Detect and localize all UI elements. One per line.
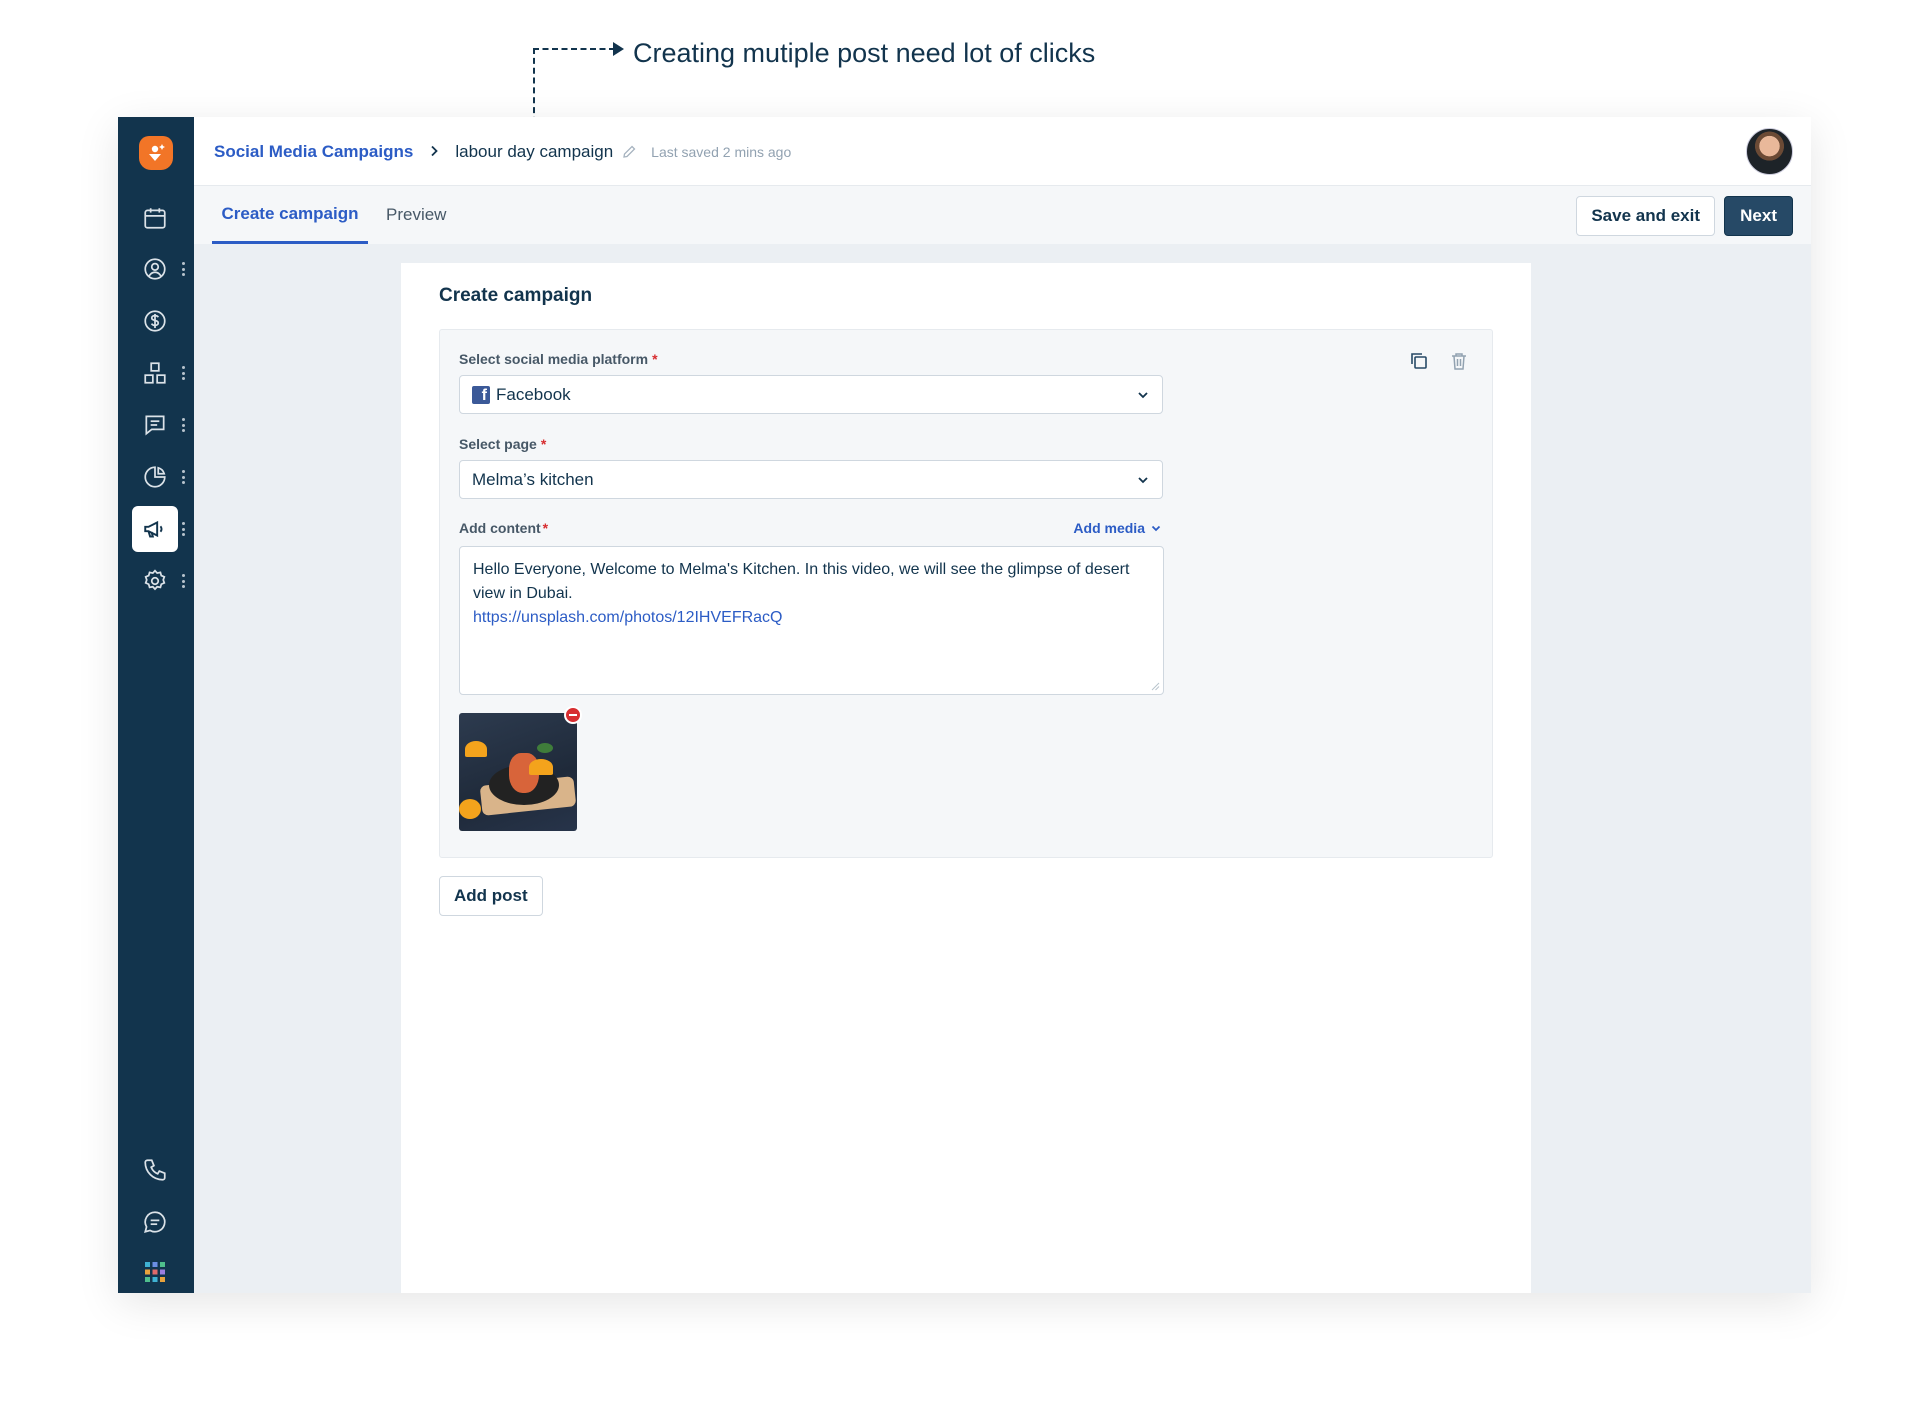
next-button[interactable]: Next [1724,196,1793,236]
chevron-down-icon [1138,392,1148,399]
chevron-down-icon [1151,525,1161,532]
content-textarea[interactable]: Hello Everyone, Welcome to Melma's Kitch… [459,546,1164,695]
user-avatar[interactable] [1746,128,1793,175]
tab-create-campaign[interactable]: Create campaign [212,186,368,244]
media-thumbnail[interactable] [459,713,577,831]
brand-logo[interactable] [139,136,173,170]
content-label: Add content * [459,520,548,536]
sidebar-item-settings[interactable] [132,558,178,604]
page-title: Create campaign [439,285,593,306]
content-label-text: Add content [459,520,541,536]
sidebar-item-phone[interactable] [132,1147,178,1193]
save-and-exit-button[interactable]: Save and exit [1576,196,1715,236]
delete-trash-icon[interactable] [1448,350,1470,372]
add-post-button[interactable]: Add post [439,876,543,916]
dollar-icon [144,310,166,332]
more-dots-icon[interactable] [181,262,185,276]
annotation-horizontal-line [533,48,615,50]
chat-icon [145,415,165,436]
tab-preview[interactable]: Preview [386,186,446,244]
add-media-dropdown[interactable]: Add media [1073,520,1162,536]
sidebar-item-calendar[interactable] [132,195,178,241]
more-dots-icon[interactable] [181,574,185,588]
sidebar-item-conversations[interactable] [132,402,178,448]
settings-icon [144,569,166,591]
platform-selected-value: Facebook [496,384,571,404]
thumbnail-orange [529,759,553,775]
sidebar-item-reports[interactable] [132,454,178,500]
required-mark: * [542,520,549,536]
sidebar-item-contacts[interactable] [132,246,178,292]
annotation-text: Creating mutiple post need lot of clicks [633,38,1096,68]
grid-icon [144,362,166,384]
last-saved-status: Last saved 2 mins ago [651,143,792,160]
sidebar [118,117,194,1293]
sidebar-item-messages[interactable] [132,1199,178,1245]
page-select[interactable]: Melma’s kitchen [459,460,1163,499]
thumbnail-orange [465,741,487,757]
phone-icon [144,1159,166,1181]
more-dots-icon[interactable] [181,366,185,380]
chevron-right-icon [429,141,439,162]
tab-bar: Create campaign Preview Save and exit Ne… [194,186,1811,244]
remove-media-icon[interactable] [564,706,582,724]
content-link[interactable]: https://unsplash.com/photos/12IHVEFRacQ [473,606,1150,630]
create-campaign-panel: Create campaign Select social media plat… [401,263,1531,1293]
resize-handle-icon[interactable] [1150,681,1160,691]
thumbnail-orange [459,799,481,819]
more-dots-icon[interactable] [181,470,185,484]
message-icon [144,1211,166,1233]
page-label: Select page * [459,436,546,452]
sidebar-item-campaigns[interactable] [132,506,178,552]
post-card: Select social media platform * f Facebook… [439,329,1493,858]
sidebar-item-apps[interactable] [132,350,178,396]
thumbnail-leaf [537,743,553,753]
annotation-arrow-icon [613,42,624,56]
platform-label: Select social media platform * [459,351,658,367]
calendar-icon [144,208,166,229]
facebook-icon: f [472,385,490,404]
app-window: Social Media Campaigns labour day campai… [118,117,1811,1293]
platform-select[interactable]: f Facebook [459,375,1163,414]
required-mark: * [540,436,547,452]
top-bar: Social Media Campaigns labour day campai… [194,117,1811,186]
campaign-name: labour day campaign [455,141,614,161]
pie-chart-icon [144,466,166,488]
page-selected-value: Melma’s kitchen [472,469,594,489]
chevron-down-icon [1138,477,1148,484]
more-dots-icon[interactable] [181,522,185,536]
breadcrumb: Social Media Campaigns labour day campai… [214,117,791,186]
apps-grid-icon [145,1262,165,1282]
breadcrumb-parent-link[interactable]: Social Media Campaigns [214,142,413,162]
post-card-actions [1408,350,1470,372]
sidebar-item-app-switcher[interactable] [132,1249,178,1295]
add-media-label: Add media [1073,520,1145,536]
more-dots-icon[interactable] [181,418,185,432]
megaphone-icon [144,520,163,538]
contact-icon [144,258,166,280]
platform-label-text: Select social media platform [459,351,649,367]
sidebar-item-deals[interactable] [132,298,178,344]
edit-pencil-icon[interactable] [621,144,637,160]
duplicate-icon[interactable] [1408,350,1430,372]
content-text: Hello Everyone, Welcome to Melma's Kitch… [473,561,1130,602]
required-mark: * [652,351,658,367]
page-label-text: Select page [459,436,537,452]
